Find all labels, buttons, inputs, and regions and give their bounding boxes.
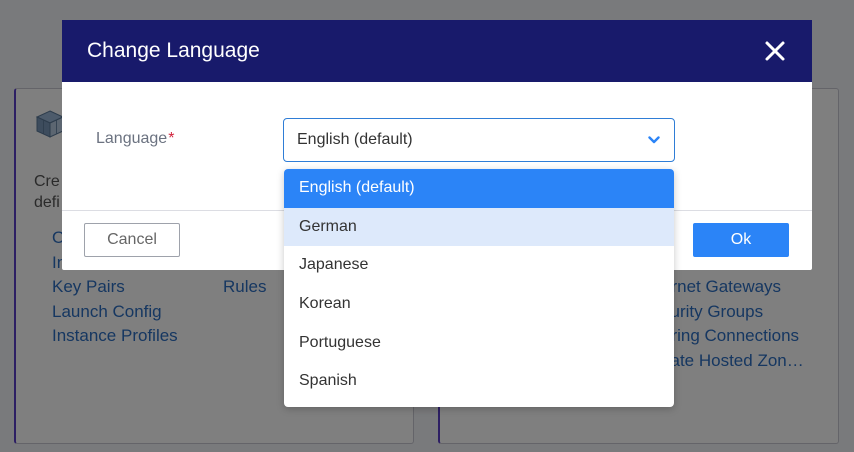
language-dropdown-list: English (default) German Japanese Korean… [284,169,674,407]
language-select-value: English (default) [297,131,413,148]
language-label-text: Language [96,130,168,147]
language-select[interactable]: English (default) [283,118,675,162]
ok-button[interactable]: Ok [693,223,789,257]
close-button[interactable] [760,36,790,66]
dialog-header: Change Language [62,20,812,82]
language-option-japanese[interactable]: Japanese [284,246,674,285]
required-mark: * [168,130,175,147]
language-option-spanish[interactable]: Spanish [284,362,674,401]
close-icon [765,41,785,61]
cancel-button[interactable]: Cancel [84,223,180,257]
language-option-german[interactable]: German [284,207,674,247]
language-label: Language* [96,130,174,148]
dialog-title: Change Language [87,39,260,62]
language-option-korean[interactable]: Korean [284,285,674,324]
language-option-english[interactable]: English (default) [284,169,674,208]
language-option-portuguese[interactable]: Portuguese [284,324,674,363]
chevron-down-icon [648,136,660,144]
